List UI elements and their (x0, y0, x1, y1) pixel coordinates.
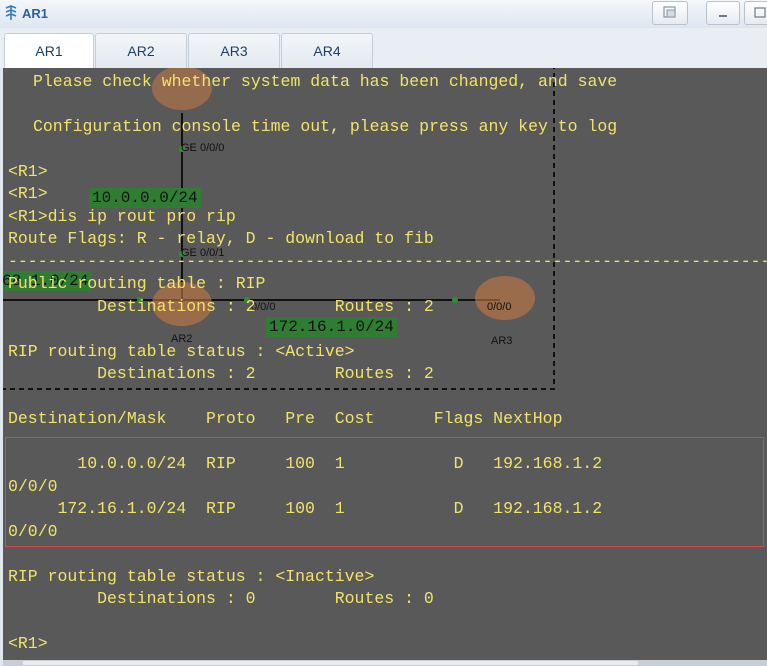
route-entry: 10.0.0.0/24 RIP 100 1 D 192.168.1.2 (8, 454, 603, 473)
router-label-ar3: AR3 (491, 335, 513, 347)
router-icon (475, 276, 535, 320)
window-title: AR1 (22, 6, 49, 21)
terminal-console[interactable]: GE 0/0/0 GE 0/0/1 0/0/0 0/0/0 AR2 AR3 10… (3, 68, 767, 660)
terminal-line: Route Flags: R - relay, D - download to … (8, 229, 434, 248)
route-entry-cont: 0/0/0 (8, 477, 58, 496)
terminal-line: <R1> (8, 184, 48, 203)
network-label: 172.16.1.0/24 (266, 317, 397, 337)
terminal-line: Destinations : 0 Routes : 0 (8, 589, 434, 608)
window-titlebar: AR1 (0, 0, 767, 29)
terminal-line: <R1> (8, 162, 48, 181)
horizontal-scrollbar[interactable] (3, 660, 767, 666)
terminal-line: Please check whether system data has bee… (33, 72, 618, 91)
terminal-separator: ----------------------------------------… (8, 252, 767, 271)
terminal-line: Destinations : 2 Routes : 2 (8, 364, 434, 383)
terminal-line: <R1>dis ip rout pro rip (8, 207, 236, 226)
route-entry-cont: 0/0/0 (8, 522, 58, 541)
terminal-line: RIP routing table status : <Active> (8, 342, 355, 361)
terminal-line: Destination/Mask Proto Pre Cost Flags Ne… (8, 409, 563, 428)
app-icon (4, 5, 18, 21)
network-label: 10.0.0.0/24 (89, 188, 201, 208)
minimize-button[interactable] (706, 1, 740, 25)
maximize-button[interactable] (744, 1, 767, 25)
minimize-icon (719, 15, 727, 17)
tab-ar3[interactable]: AR3 (188, 33, 280, 68)
terminal-prompt[interactable]: <R1> (8, 634, 48, 654)
port-label: GE 0/0/0 (181, 142, 225, 154)
restore-button[interactable] (652, 1, 688, 25)
terminal-line: Destinations : 2 Routes : 2 (8, 297, 434, 316)
restore-icon (663, 6, 676, 18)
terminal-line: Public routing table : RIP (8, 274, 266, 293)
scrollbar-thumb[interactable] (23, 661, 638, 665)
port-label: 0/0/0 (487, 301, 512, 313)
maximize-icon (754, 7, 766, 18)
tab-ar1[interactable]: AR1 (4, 33, 94, 69)
tab-ar2[interactable]: AR2 (95, 33, 187, 68)
tab-bar: AR1 AR2 AR3 AR4 (0, 28, 767, 69)
terminal-line: RIP routing table status : <Inactive> (8, 567, 375, 586)
terminal-line: Configuration console time out, please p… (33, 117, 618, 136)
tab-ar4[interactable]: AR4 (281, 33, 373, 68)
route-entry: 172.16.1.0/24 RIP 100 1 D 192.168.1.2 (8, 499, 603, 518)
